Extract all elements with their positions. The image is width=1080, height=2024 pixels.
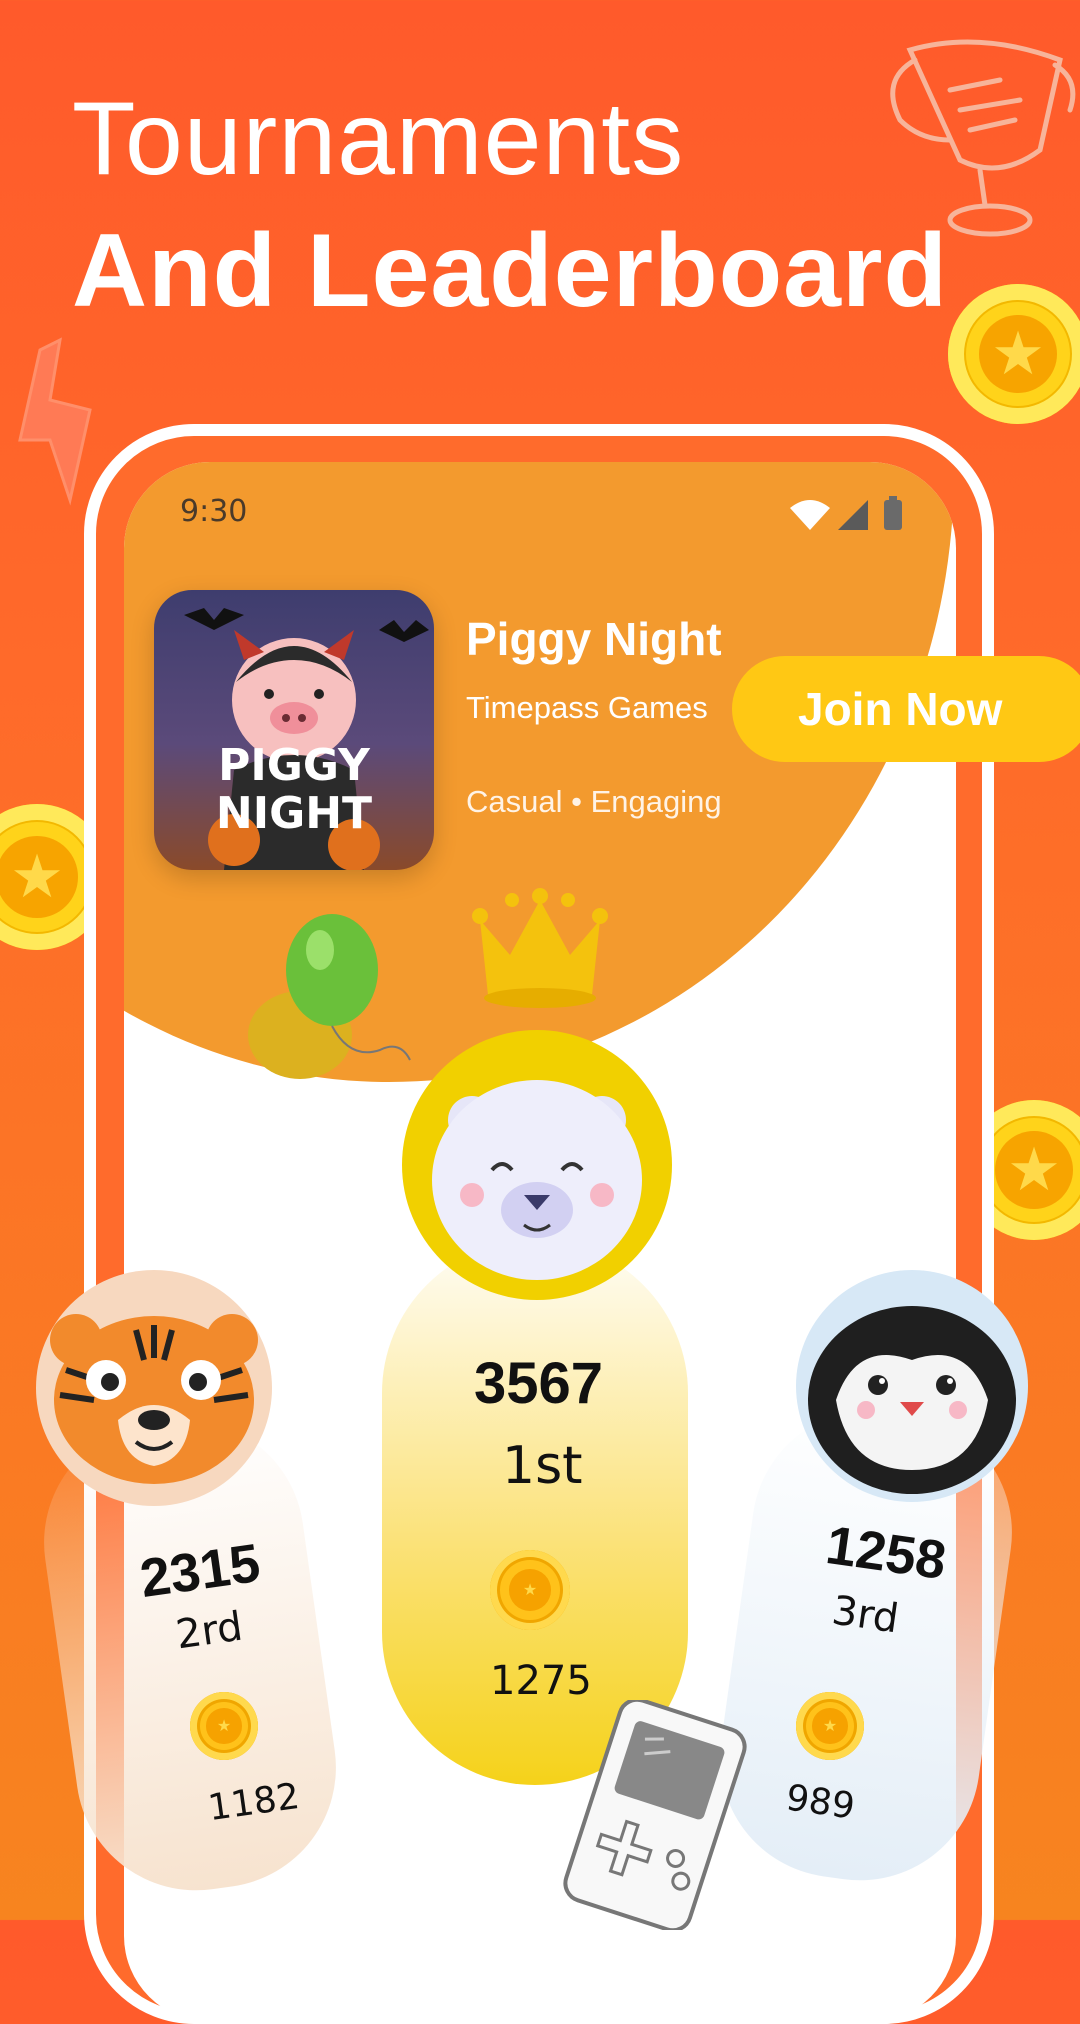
signal-icon: [838, 500, 868, 530]
prize-1st: 1275: [490, 1658, 592, 1704]
coin-icon: ★: [490, 1550, 570, 1630]
crown-icon: [472, 888, 608, 1008]
balloons-icon: [248, 914, 411, 1079]
game-studio: Timepass Games: [466, 690, 708, 725]
avatar-3rd[interactable]: [796, 1270, 1028, 1502]
trophy-icon: [890, 39, 1076, 237]
rank-2nd: 2rd: [173, 1603, 246, 1659]
headline-line-1: Tournaments: [72, 81, 685, 197]
game-thumbnail[interactable]: PIGGY NIGHT: [154, 590, 434, 870]
coin-icon: ★: [948, 284, 1080, 424]
battery-icon: [884, 500, 902, 530]
rank-1st: 1st: [502, 1436, 583, 1496]
rank-3rd: 3rd: [829, 1587, 902, 1643]
avatar-1st[interactable]: [402, 1030, 672, 1300]
status-icons: [790, 496, 902, 530]
coin-icon: ★: [190, 1692, 258, 1760]
gameboy-icon: [563, 1700, 747, 1930]
coin-icon: ★: [796, 1692, 864, 1760]
wifi-icon: [790, 500, 830, 530]
game-title: Piggy Night: [466, 613, 722, 665]
avatar-2nd[interactable]: [36, 1270, 272, 1506]
headline-line-2: And Leaderboard: [72, 213, 948, 329]
art-title-1: PIGGY: [218, 740, 371, 791]
score-1st: 3567: [474, 1351, 604, 1416]
art-title-2: NIGHT: [216, 788, 372, 839]
status-time: 9:30: [180, 494, 248, 529]
join-now-button[interactable]: Join Now: [732, 656, 1080, 762]
bolt-icon: [18, 337, 92, 506]
game-tags: Casual • Engaging: [466, 784, 722, 819]
